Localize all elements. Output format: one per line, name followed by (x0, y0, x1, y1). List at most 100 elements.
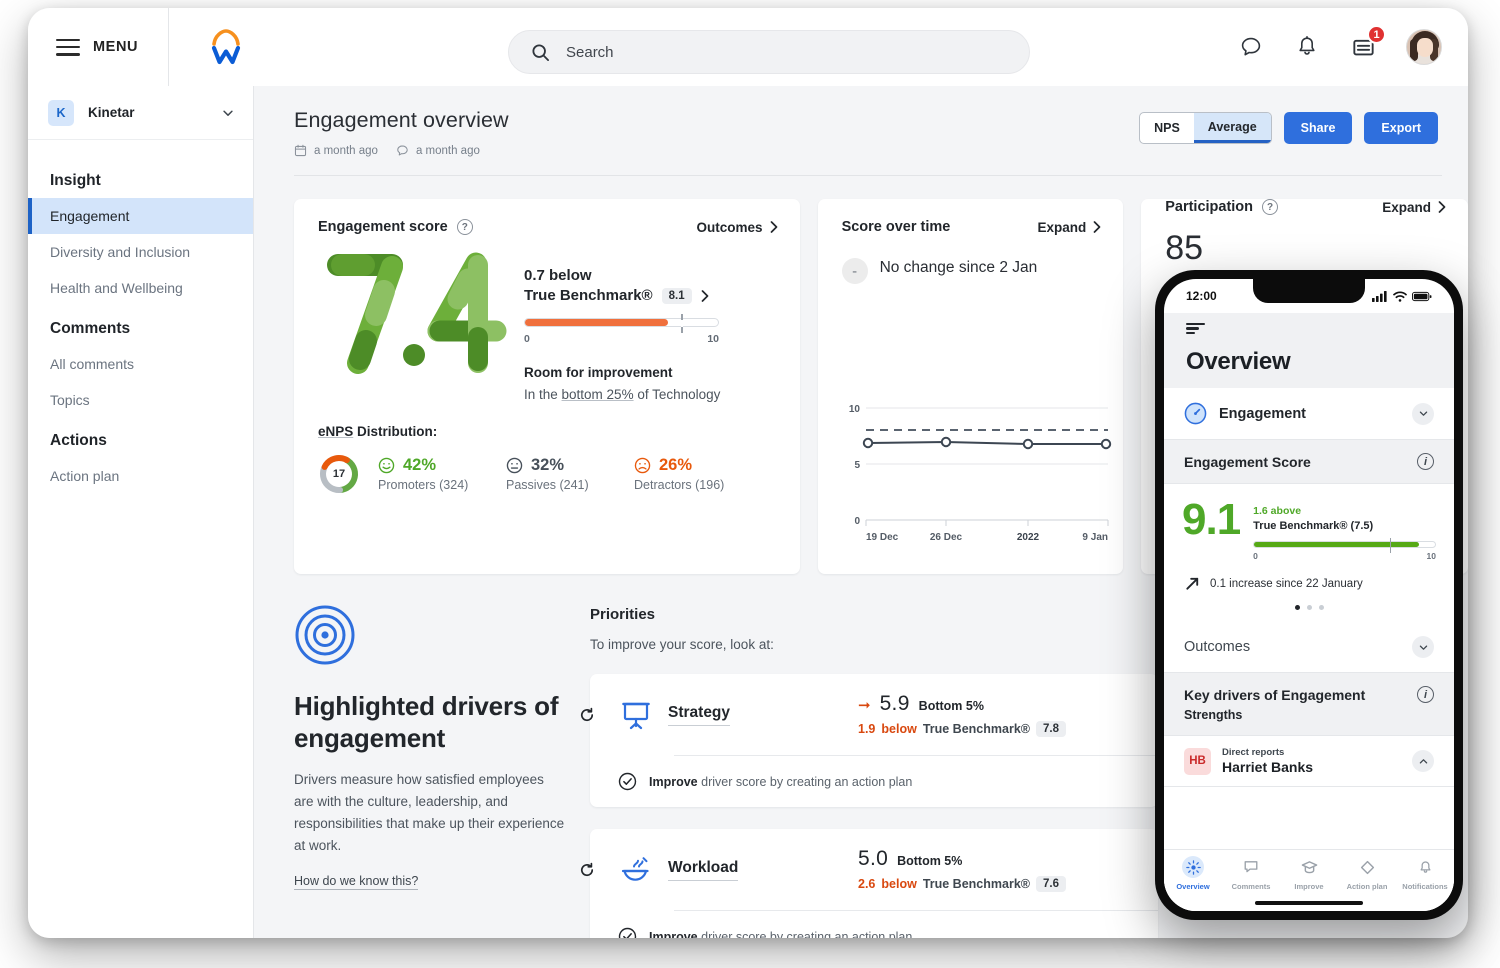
driver-stats: 5.0 Bottom 5% 2.6 below True Benchmark® … (858, 847, 1158, 892)
phone-benchmark-block: 1.6 above True Benchmark® (7.5) 0 10 (1240, 498, 1436, 561)
carousel-dot-3[interactable] (1319, 605, 1324, 610)
sidebar-item-health-and-wellbeing[interactable]: Health and Wellbeing (28, 270, 253, 306)
tab-action-plan[interactable]: Action plan (1338, 856, 1396, 891)
driver-name[interactable]: Workload (668, 859, 738, 881)
help-icon[interactable]: ? (1262, 199, 1278, 215)
enps-title: eNPS Distribution: (318, 424, 800, 439)
bell-icon[interactable] (1294, 34, 1320, 60)
phone-progress-track (1253, 541, 1436, 548)
info-icon[interactable]: i (1417, 686, 1434, 703)
chevron-right-icon (1093, 221, 1101, 233)
toggle-option-average[interactable]: Average (1194, 113, 1271, 143)
signal-icon (1372, 291, 1388, 302)
phone-carousel-dots[interactable] (1164, 592, 1454, 622)
sidebar-item-engagement[interactable]: Engagement (28, 198, 253, 234)
tab-comments[interactable]: Comments (1222, 856, 1280, 891)
enps-row: 17 42% Promoters (324) (318, 453, 800, 495)
sidebar-nav: Insight Engagement Diversity and Inclusi… (28, 140, 253, 494)
driver-action-row[interactable]: Improve driver score by creating an acti… (590, 911, 1158, 938)
meta-date-text: a month ago (314, 145, 378, 157)
enps-promoters-pct: 42% (403, 456, 436, 475)
toggle-option-nps[interactable]: NPS (1140, 113, 1194, 143)
how-do-we-know-link[interactable]: How do we know this? (294, 874, 418, 890)
engagement-score-value (318, 245, 518, 375)
enps-promoters: 42% Promoters (324) (378, 456, 506, 492)
chevron-down-icon[interactable] (1412, 403, 1434, 425)
search-container[interactable]: Search (508, 30, 1030, 74)
phone-outcomes-row[interactable]: Outcomes (1164, 622, 1454, 673)
search-placeholder-text: Search (566, 44, 614, 61)
chevron-right-icon (770, 221, 778, 233)
sidebar-heading-comments: Comments (28, 306, 253, 346)
outcomes-link[interactable]: Outcomes (697, 220, 778, 235)
graduation-cap-icon (1298, 856, 1320, 878)
refresh-icon[interactable] (578, 861, 596, 879)
percentile-emphasis[interactable]: bottom 25% (562, 387, 634, 402)
expand-score-over-time-link[interactable]: Expand (1037, 220, 1101, 235)
benchmark-row[interactable]: True Benchmark® 8.1 (524, 287, 720, 304)
expand-participation-link[interactable]: Expand (1382, 200, 1446, 215)
phone-engagement-row[interactable]: Engagement (1164, 388, 1454, 440)
benchmark-marker (681, 314, 683, 333)
org-avatar: K (48, 100, 74, 126)
person-initials-avatar: HB (1184, 748, 1211, 775)
inbox-icon[interactable]: 1 (1350, 34, 1376, 60)
sidebar-item-all-comments[interactable]: All comments (28, 346, 253, 382)
driver-action-text: Improve driver score by creating an acti… (649, 930, 912, 939)
phone-score-block: 9.1 1.6 above True Benchmark® (7.5) 0 10 (1164, 484, 1454, 567)
enps-term[interactable]: eNPS (318, 424, 353, 439)
carousel-dot-1[interactable] (1295, 605, 1300, 610)
benchmark-value: 8.1 (662, 288, 692, 304)
phone-key-drivers-subtitle: Strengths (1184, 708, 1434, 722)
sidebar-item-diversity-and-inclusion[interactable]: Diversity and Inclusion (28, 234, 253, 270)
driver-row: Workload 5.0 Bottom 5% 2.6 below True Be… (590, 829, 1158, 910)
driver-delta-word: below (881, 722, 916, 736)
driver-score: 5.9 (880, 692, 910, 716)
export-button[interactable]: Export (1364, 112, 1438, 144)
driver-card-strategy[interactable]: Strategy ➞ 5.9 Bottom 5% 1.9 below True … (590, 674, 1158, 807)
phone-progress-bar: 0 10 (1253, 541, 1436, 561)
phone-score-value: 9.1 (1182, 498, 1240, 542)
search-input[interactable]: Search (508, 30, 1030, 74)
driver-card-workload[interactable]: Workload 5.0 Bottom 5% 2.6 below True Be… (590, 829, 1158, 938)
check-circle-icon (618, 772, 637, 791)
neutral-face-icon (506, 457, 523, 474)
carousel-dot-2[interactable] (1307, 605, 1312, 610)
sidebar-heading-insight: Insight (28, 158, 253, 198)
status-time: 12:00 (1186, 289, 1217, 303)
tab-improve[interactable]: Improve (1280, 856, 1338, 891)
phone-person-row[interactable]: HB Direct reports Harriet Banks (1164, 736, 1454, 787)
tab-overview[interactable]: Overview (1164, 856, 1222, 891)
phone-scale-min: 0 (1253, 551, 1258, 561)
sidebar-item-action-plan[interactable]: Action plan (28, 458, 253, 494)
info-icon[interactable]: i (1417, 453, 1434, 470)
tab-label: Action plan (1347, 882, 1388, 891)
avatar[interactable] (1406, 29, 1442, 65)
tab-notifications[interactable]: Notifications (1396, 856, 1454, 891)
org-switcher[interactable]: K Kinetar (28, 86, 253, 140)
score-progress-bar: 0 10 (524, 318, 719, 345)
participation-title: Participation ? (1165, 199, 1278, 215)
tab-label: Improve (1294, 882, 1323, 891)
driver-action-row[interactable]: Improve driver score by creating an acti… (590, 756, 1158, 807)
menu-button[interactable]: MENU (28, 8, 169, 86)
score-over-time-chart: 10 5 0 19 Dec 26 Dec (840, 392, 1116, 552)
sidebar-item-topics[interactable]: Topics (28, 382, 253, 418)
score-over-time-card: Score over time Expand - No change since… (818, 199, 1124, 574)
progress-scale: 0 10 (524, 333, 719, 345)
workday-logo[interactable] (197, 27, 255, 67)
phone-trend-row: 0.1 increase since 22 January (1164, 567, 1454, 592)
chevron-down-icon[interactable] (1412, 636, 1434, 658)
chevron-up-icon[interactable] (1412, 750, 1434, 772)
nps-average-toggle[interactable]: NPS Average (1139, 112, 1272, 144)
help-icon[interactable]: ? (457, 219, 473, 235)
share-button[interactable]: Share (1284, 112, 1353, 144)
participation-value: 85 (1141, 215, 1468, 268)
driver-name[interactable]: Strategy (668, 704, 730, 726)
x-tick-2: 2022 (1016, 532, 1039, 543)
enps-passives: 32% Passives (241) (506, 456, 634, 492)
burst-icon (1182, 856, 1204, 878)
phone-menu-icon[interactable] (1186, 323, 1205, 334)
refresh-icon[interactable] (578, 706, 596, 724)
chat-icon[interactable] (1238, 34, 1264, 60)
